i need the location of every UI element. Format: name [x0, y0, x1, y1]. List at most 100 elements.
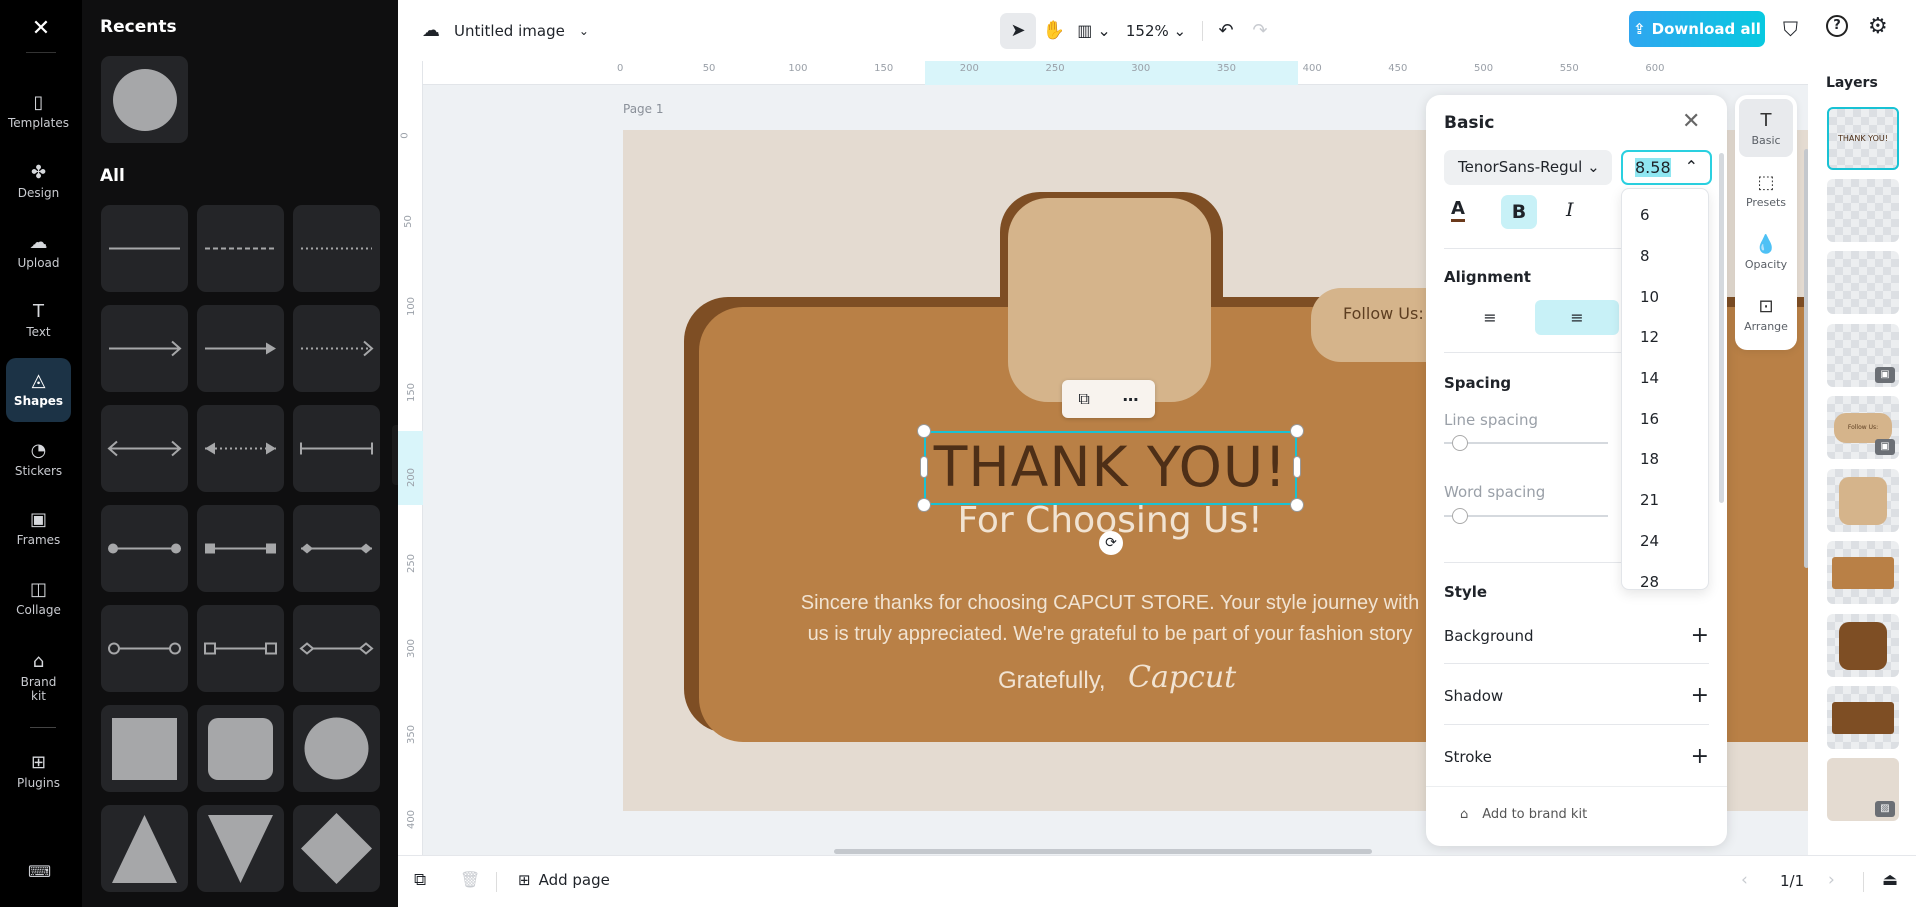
- keyboard-icon[interactable]: ⌨: [28, 862, 51, 881]
- rail-frames[interactable]: ▣ Frames: [6, 497, 71, 561]
- shape-rounded-square[interactable]: [197, 705, 284, 792]
- layer-thumbnail[interactable]: [1827, 179, 1899, 242]
- font-size-option[interactable]: 12: [1622, 317, 1708, 358]
- font-size-option[interactable]: 21: [1622, 480, 1708, 521]
- rotate-handle[interactable]: ⟳: [1099, 531, 1123, 555]
- font-size-option[interactable]: 14: [1622, 358, 1708, 399]
- rail-upload[interactable]: ☁ Upload: [6, 220, 71, 284]
- tab-opacity[interactable]: 💧 Opacity: [1739, 223, 1793, 281]
- shape-diamond-end-line[interactable]: [293, 505, 380, 592]
- title-chevron-down-icon[interactable]: ⌄: [579, 24, 589, 38]
- layer-thumbnail[interactable]: Follow Us: ▣: [1827, 396, 1899, 459]
- recent-shape-circle[interactable]: [101, 56, 188, 143]
- resize-handle[interactable]: [920, 456, 928, 478]
- shape-circle-outline-line[interactable]: [101, 605, 188, 692]
- shape-double-arrow[interactable]: [101, 405, 188, 492]
- text-color-button[interactable]: A: [1451, 199, 1465, 222]
- hand-tool-button[interactable]: ✋: [1036, 20, 1072, 41]
- shape-dotted-arrow[interactable]: [293, 305, 380, 392]
- shape-dashed-line[interactable]: [197, 205, 284, 292]
- cloud-save-icon[interactable]: ☁: [422, 20, 440, 41]
- help-icon[interactable]: ?: [1826, 15, 1848, 37]
- zoom-select[interactable]: 152% ⌄: [1116, 22, 1196, 40]
- shape-circle[interactable]: [293, 705, 380, 792]
- bold-button[interactable]: B: [1501, 195, 1537, 229]
- shape-dotted-double-arrow[interactable]: [197, 405, 284, 492]
- italic-button[interactable]: I: [1566, 199, 1574, 221]
- align-left-button[interactable]: ≡: [1460, 300, 1520, 335]
- layer-thumbnail[interactable]: [1827, 686, 1899, 749]
- panel-scrollbar[interactable]: [1719, 153, 1724, 503]
- shape-bar-line[interactable]: [293, 405, 380, 492]
- rail-plugins[interactable]: ⊞ Plugins: [6, 740, 71, 804]
- layer-thumbnail[interactable]: [1827, 469, 1899, 532]
- shape-arrow[interactable]: [101, 305, 188, 392]
- shield-icon[interactable]: ⛉: [1783, 17, 1798, 41]
- resize-handle[interactable]: [917, 498, 931, 512]
- shape-square-outline-line[interactable]: [197, 605, 284, 692]
- shadow-row[interactable]: Shadow +: [1444, 683, 1709, 708]
- font-size-option[interactable]: 16: [1622, 398, 1708, 439]
- settings-icon[interactable]: ⚙: [1868, 14, 1888, 39]
- beige-square-shape[interactable]: [1008, 198, 1211, 402]
- collapse-panel-icon[interactable]: ⏏: [1882, 870, 1898, 890]
- capcut-logo[interactable]: ✕: [24, 18, 58, 40]
- resize-handle[interactable]: [1293, 456, 1301, 478]
- font-size-option[interactable]: 10: [1622, 276, 1708, 317]
- tab-presets[interactable]: ⬚ Presets: [1739, 161, 1793, 219]
- rail-shapes[interactable]: ◬ Shapes: [6, 358, 71, 422]
- slider-thumb[interactable]: [1452, 435, 1468, 451]
- font-size-option[interactable]: 24: [1622, 521, 1708, 562]
- duplicate-page-icon[interactable]: ⧉: [414, 870, 426, 890]
- slider-thumb[interactable]: [1452, 508, 1468, 524]
- font-size-option[interactable]: 18: [1622, 439, 1708, 480]
- font-size-option[interactable]: 6: [1622, 195, 1708, 236]
- rail-stickers[interactable]: ◔ Stickers: [6, 428, 71, 492]
- select-tool-button[interactable]: ➤: [1000, 12, 1036, 49]
- layer-thumbnail[interactable]: [1827, 541, 1899, 604]
- layer-thumbnail[interactable]: [1827, 614, 1899, 677]
- delete-page-icon[interactable]: 🗑: [460, 870, 480, 889]
- layer-thumbnail[interactable]: ▣: [1827, 324, 1899, 387]
- background-row[interactable]: Background +: [1444, 623, 1709, 648]
- resize-handle[interactable]: [917, 424, 931, 438]
- word-spacing-slider[interactable]: [1444, 508, 1608, 524]
- more-icon[interactable]: ⋯: [1123, 390, 1139, 409]
- rail-text[interactable]: T Text: [6, 289, 71, 353]
- rail-brand-kit[interactable]: ⌂ Brand kit: [6, 640, 71, 716]
- font-size-input[interactable]: 8.58 ⌃: [1621, 150, 1712, 185]
- shape-dot-line[interactable]: [101, 505, 188, 592]
- document-title[interactable]: Untitled image: [454, 22, 565, 40]
- layer-thumbnail[interactable]: ▨: [1827, 758, 1899, 821]
- follow-us-text[interactable]: Follow Us:: [1343, 304, 1424, 323]
- duplicate-icon[interactable]: ⧉: [1078, 389, 1089, 409]
- signoff-text[interactable]: Gratefully,: [998, 667, 1106, 695]
- tab-arrange[interactable]: ⊡ Arrange: [1739, 285, 1793, 343]
- next-page-button[interactable]: ›: [1828, 870, 1835, 890]
- rail-templates[interactable]: ▯ Templates: [6, 80, 71, 144]
- shape-triangle[interactable]: [101, 805, 188, 892]
- rail-collage[interactable]: ◫ Collage: [6, 567, 71, 631]
- add-page-button[interactable]: ⊞ Add page: [518, 871, 610, 889]
- font-size-option[interactable]: 28: [1622, 561, 1708, 589]
- resize-handle[interactable]: [1290, 424, 1304, 438]
- tab-basic[interactable]: T Basic: [1739, 99, 1793, 157]
- line-spacing-slider[interactable]: [1444, 435, 1608, 451]
- font-size-option[interactable]: 8: [1622, 236, 1708, 277]
- selection-box[interactable]: [924, 431, 1297, 505]
- layer-thumbnail[interactable]: [1827, 251, 1899, 314]
- plus-icon[interactable]: +: [1691, 683, 1709, 708]
- redo-button[interactable]: ↷: [1243, 20, 1277, 41]
- shape-square-end-line[interactable]: [197, 505, 284, 592]
- shape-square[interactable]: [101, 705, 188, 792]
- shape-diamond[interactable]: [293, 805, 380, 892]
- signature-text[interactable]: Capcut: [1128, 660, 1236, 695]
- plus-icon[interactable]: +: [1691, 623, 1709, 648]
- align-center-button[interactable]: ≡: [1535, 300, 1619, 335]
- resize-handle[interactable]: [1290, 498, 1304, 512]
- prev-page-button[interactable]: ‹: [1741, 870, 1748, 890]
- shape-dotted-line[interactable]: [293, 205, 380, 292]
- stroke-row[interactable]: Stroke +: [1444, 744, 1709, 769]
- layer-thumbnail[interactable]: THANK YOU!: [1827, 107, 1899, 170]
- plus-icon[interactable]: +: [1691, 744, 1709, 769]
